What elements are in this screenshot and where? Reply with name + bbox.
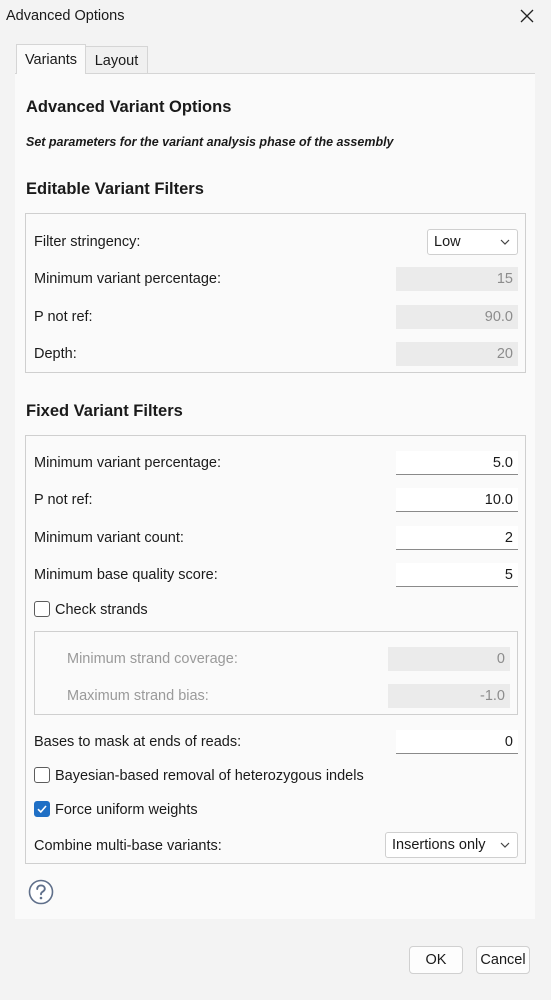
filter-stringency-label: Filter stringency: — [34, 234, 141, 250]
force-uniform-label[interactable]: Force uniform weights — [55, 802, 198, 818]
close-button[interactable] — [513, 3, 541, 29]
fixed-min-variant-pct-input[interactable]: 5.0 — [396, 451, 518, 475]
fixed-min-variant-pct-label: Minimum variant percentage: — [34, 455, 221, 471]
window-title: Advanced Options — [6, 8, 125, 24]
filter-stringency-select[interactable]: Low — [427, 229, 518, 255]
chevron-down-icon — [500, 239, 510, 245]
min-base-quality-input[interactable]: 5 — [396, 563, 518, 587]
ok-button[interactable]: OK — [409, 946, 463, 974]
editable-min-variant-pct-label: Minimum variant percentage: — [34, 271, 221, 287]
min-strand-coverage-field: 0 — [388, 647, 510, 671]
combine-multi-base-label: Combine multi-base variants: — [34, 838, 222, 854]
editable-min-variant-pct-field: 15 — [396, 267, 518, 291]
help-icon — [28, 879, 54, 905]
page-subtitle: Set parameters for the variant analysis … — [26, 135, 394, 149]
chevron-down-icon — [500, 842, 510, 848]
help-button[interactable] — [28, 879, 54, 905]
cancel-button[interactable]: Cancel — [476, 946, 530, 974]
depth-label: Depth: — [34, 346, 77, 362]
tab-layout-label: Layout — [94, 52, 139, 69]
page-heading: Advanced Variant Options — [26, 98, 232, 116]
bases-to-mask-input[interactable]: 0 — [396, 730, 518, 754]
max-strand-bias-label: Maximum strand bias: — [67, 688, 209, 704]
bases-to-mask-label: Bases to mask at ends of reads: — [34, 734, 242, 750]
combine-multi-base-value: Insertions only — [392, 837, 486, 853]
min-base-quality-label: Minimum base quality score: — [34, 567, 218, 583]
cancel-button-label: Cancel — [480, 952, 526, 968]
checkmark-icon — [37, 805, 47, 814]
force-uniform-checkbox[interactable] — [34, 801, 50, 817]
fixed-filters-heading: Fixed Variant Filters — [26, 402, 183, 420]
combine-multi-base-select[interactable]: Insertions only — [385, 832, 518, 858]
editable-p-not-ref-label: P not ref: — [34, 309, 93, 325]
min-variant-count-label: Minimum variant count: — [34, 530, 184, 546]
min-strand-coverage-label: Minimum strand coverage: — [67, 651, 238, 667]
fixed-p-not-ref-input[interactable]: 10.0 — [396, 488, 518, 512]
filter-stringency-value: Low — [434, 234, 461, 250]
bayesian-removal-checkbox[interactable] — [34, 767, 50, 783]
max-strand-bias-field: -1.0 — [388, 684, 510, 708]
fixed-p-not-ref-label: P not ref: — [34, 492, 93, 508]
tab-variants-label: Variants — [24, 51, 78, 68]
close-icon — [520, 9, 534, 23]
editable-filters-heading: Editable Variant Filters — [26, 180, 204, 198]
depth-field: 20 — [396, 342, 518, 366]
tab-variants[interactable]: Variants — [16, 44, 86, 74]
check-strands-checkbox[interactable] — [34, 601, 50, 617]
bayesian-removal-label[interactable]: Bayesian-based removal of heterozygous i… — [55, 768, 364, 784]
editable-p-not-ref-field: 90.0 — [396, 305, 518, 329]
tab-layout[interactable]: Layout — [86, 46, 148, 74]
ok-button-label: OK — [425, 952, 447, 968]
title-bar: Advanced Options — [0, 0, 551, 34]
check-strands-label[interactable]: Check strands — [55, 602, 148, 618]
min-variant-count-input[interactable]: 2 — [396, 526, 518, 550]
